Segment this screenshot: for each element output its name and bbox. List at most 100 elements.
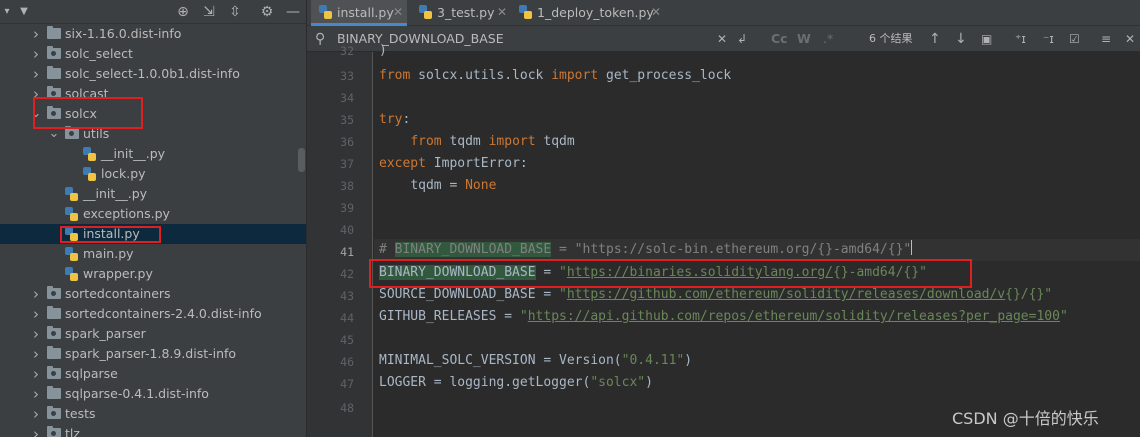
- chevron-right-icon[interactable]: ›: [30, 44, 42, 64]
- tree-item-sqlparse-0-4-1-dist-info[interactable]: › sqlparse-0.4.1.dist-info: [0, 384, 306, 404]
- line-number: 33: [340, 69, 354, 83]
- editor-tabs: install.py ✕ 3_test.py ✕ 1_deploy_token.…: [307, 0, 1140, 26]
- regex-toggle[interactable]: .*: [823, 26, 833, 52]
- chevron-right-icon[interactable]: ›: [30, 404, 42, 424]
- tree-item-label: utils: [83, 126, 110, 141]
- code-line-37: except ImportError:: [379, 156, 528, 171]
- folder-icon: [47, 66, 61, 79]
- tree-item-exceptions-py[interactable]: exceptions.py: [0, 204, 306, 224]
- select-all-occurrences-icon[interactable]: ▣: [981, 26, 992, 52]
- tree-item-spark-parser-1-8-9-dist-info[interactable]: › spark_parser-1.8.9.dist-info: [0, 344, 306, 364]
- line-number: 42: [340, 267, 354, 281]
- tree-item-label: main.py: [83, 246, 134, 261]
- close-icon[interactable]: ✕: [651, 0, 661, 25]
- tree-item-lock-py[interactable]: lock.py: [0, 164, 306, 184]
- toggle-selection-icon[interactable]: ☑: [1069, 26, 1080, 52]
- collapse-all-icon[interactable]: ⇲: [200, 3, 218, 21]
- tree-item-wrapper-py[interactable]: wrapper.py: [0, 264, 306, 284]
- line-number: 46: [340, 355, 354, 369]
- line-number: 47: [340, 377, 354, 391]
- chevron-right-icon[interactable]: ›: [30, 64, 42, 84]
- tree-item-sqlparse[interactable]: › sqlparse: [0, 364, 306, 384]
- previous-occurrence-icon[interactable]: ↑: [929, 26, 941, 52]
- tree-item-utils[interactable]: ⌄ utils: [0, 124, 306, 144]
- tree-item-solcast[interactable]: › solcast: [0, 84, 306, 104]
- chevron-right-icon[interactable]: ›: [30, 364, 42, 384]
- tree-item-label: sqlparse-0.4.1.dist-info: [65, 386, 209, 401]
- tree-item-spark-parser[interactable]: › spark_parser: [0, 324, 306, 344]
- chevron-right-icon[interactable]: ›: [30, 284, 42, 304]
- chevron-down-icon[interactable]: ▼: [18, 3, 30, 21]
- line-number: 37: [340, 157, 354, 171]
- tree-item-tests[interactable]: › tests: [0, 404, 306, 424]
- clear-search-icon[interactable]: ✕: [717, 26, 727, 52]
- tree-item-label: sortedcontainers-2.4.0.dist-info: [65, 306, 262, 321]
- tab-3-test-py[interactable]: 3_test.py ✕: [415, 0, 509, 26]
- chevron-right-icon[interactable]: ›: [30, 384, 42, 404]
- chevron-right-icon[interactable]: ›: [30, 324, 42, 344]
- line-number: 38: [340, 179, 354, 193]
- minimize-icon[interactable]: —: [284, 3, 302, 21]
- tree-item-init-py[interactable]: __init__.py: [0, 144, 306, 164]
- tree-item-six-1-16-0-dist-info[interactable]: › six-1.16.0.dist-info: [0, 24, 306, 44]
- target-icon[interactable]: ⊕: [174, 3, 192, 21]
- url-link: https://api.github.com/repos/ethereum/so…: [527, 309, 1060, 324]
- tab-label: 1_deploy_token.py: [537, 5, 654, 20]
- next-occurrence-icon[interactable]: ↓: [955, 26, 967, 52]
- expand-all-icon[interactable]: ⇳: [226, 3, 244, 21]
- close-icon[interactable]: ✕: [1125, 26, 1135, 52]
- close-icon[interactable]: ✕: [393, 0, 403, 25]
- code-view[interactable]: ) from solcx.utils.lock import get_proce…: [369, 43, 1140, 437]
- chevron-down-icon[interactable]: ⌄: [30, 104, 42, 124]
- tab-1-deploy-token-py[interactable]: 1_deploy_token.py ✕: [515, 0, 665, 26]
- tree-item-solc-select-1-0-0b1-dist-info[interactable]: › solc_select-1.0.0b1.dist-info: [0, 64, 306, 84]
- result-count: 6 个结果: [869, 32, 913, 45]
- chevron-right-icon[interactable]: ›: [30, 84, 42, 104]
- remove-selection-icon[interactable]: ⁻ɪ: [1043, 26, 1054, 52]
- find-bar: ⚲ BINARY_DOWNLOAD_BASE ✕ ↲ Cc W .* 6 个结果…: [307, 26, 1140, 52]
- chevron-right-icon[interactable]: ›: [30, 424, 42, 437]
- tree-item-main-py[interactable]: main.py: [0, 244, 306, 264]
- search-match: BINARY_DOWNLOAD_BASE: [379, 265, 536, 280]
- tree-scrollbar[interactable]: [298, 148, 305, 172]
- chevron-right-icon[interactable]: ›: [30, 304, 42, 324]
- tree-item-init-py[interactable]: __init__.py: [0, 184, 306, 204]
- tree-item-solc-select[interactable]: › solc_select: [0, 44, 306, 64]
- python-file-icon: [519, 5, 532, 19]
- chevron-down-icon[interactable]: ⌄: [48, 124, 60, 144]
- tree-item-sortedcontainers-2-4-0-dist-info[interactable]: › sortedcontainers-2.4.0.dist-info: [0, 304, 306, 324]
- tab-label: install.py: [337, 5, 394, 20]
- close-icon[interactable]: ✕: [497, 0, 507, 25]
- new-line-icon[interactable]: ↲: [737, 26, 747, 52]
- python-file-icon: [65, 227, 78, 241]
- tree-item-tlz[interactable]: › tlz: [0, 424, 306, 437]
- tree-item-label: __init__.py: [83, 186, 148, 201]
- tree-item-install-py[interactable]: install.py: [0, 224, 306, 244]
- line-number: 39: [340, 201, 354, 215]
- chevron-right-icon[interactable]: ›: [30, 344, 42, 364]
- package-folder-icon: [47, 406, 61, 419]
- search-input[interactable]: BINARY_DOWNLOAD_BASE: [337, 26, 717, 52]
- gear-icon[interactable]: ⚙: [258, 3, 276, 21]
- chevron-right-icon[interactable]: ›: [30, 24, 42, 44]
- tree-item-solcx[interactable]: ⌄ solcx: [0, 104, 306, 124]
- tab-install-py[interactable]: install.py ✕: [311, 0, 407, 26]
- package-folder-icon: [47, 326, 61, 339]
- folder-icon: [47, 386, 61, 399]
- python-file-icon: [419, 5, 432, 19]
- add-selection-icon[interactable]: ⁺ɪ: [1015, 26, 1026, 52]
- filter-icon[interactable]: ≡: [1101, 26, 1111, 52]
- code-line-32: ): [379, 43, 387, 58]
- panel-menu-icon[interactable]: ▾: [2, 3, 12, 21]
- tree-item-sortedcontainers[interactable]: › sortedcontainers: [0, 284, 306, 304]
- search-match: BINARY_DOWNLOAD_BASE: [394, 242, 552, 257]
- line-number: 32: [340, 44, 354, 58]
- whole-words-toggle[interactable]: W: [797, 26, 811, 52]
- tree-item-label: solc_select-1.0.0b1.dist-info: [65, 66, 240, 81]
- line-number: 44: [340, 311, 354, 325]
- package-folder-icon: [47, 86, 61, 99]
- url-link: https://github.com/ethereum/solidity/rel…: [566, 287, 1006, 302]
- match-case-toggle[interactable]: Cc: [771, 26, 788, 52]
- package-folder-icon: [47, 46, 61, 59]
- editor-area: install.py ✕ 3_test.py ✕ 1_deploy_token.…: [307, 0, 1140, 437]
